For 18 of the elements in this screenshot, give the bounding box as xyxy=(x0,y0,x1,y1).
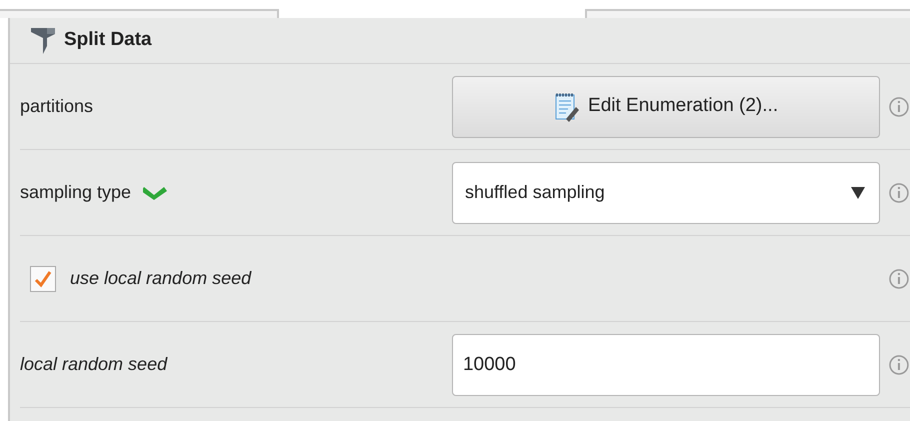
info-icon xyxy=(888,96,910,118)
input-field[interactable]: 10000 xyxy=(452,334,880,396)
info-icon xyxy=(888,354,910,376)
checkbox-label: use local random seed xyxy=(70,267,252,290)
parameter-label: sampling type xyxy=(20,181,132,204)
info-icon xyxy=(888,268,910,290)
dropdown[interactable]: shuffled sampling xyxy=(452,162,880,224)
caret-icon xyxy=(851,186,866,198)
notepad-pencil-icon xyxy=(554,92,580,122)
tab[interactable] xyxy=(585,9,910,18)
panel-title: Split Data xyxy=(64,28,152,52)
edit-enumeration-button[interactable]: Edit Enumeration (2)... xyxy=(452,76,880,138)
parameter-label: partitions xyxy=(20,95,94,118)
info-icon xyxy=(888,182,910,204)
tab[interactable] xyxy=(0,9,279,18)
funnel-icon xyxy=(30,26,56,56)
parameter-label: local random seed xyxy=(20,353,168,376)
checkbox[interactable] xyxy=(30,266,56,292)
